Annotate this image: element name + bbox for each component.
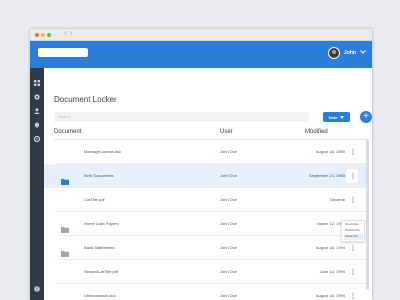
document-name[interactable]: Bank Statements (84, 245, 114, 250)
more-options-icon[interactable] (350, 197, 356, 205)
folder-icon (61, 244, 69, 257)
document-user: John Doe (220, 293, 238, 298)
user-name: John (344, 50, 356, 56)
add-document-button[interactable]: + (360, 111, 372, 123)
menu-item-delete-file[interactable]: Delete File (344, 234, 363, 240)
maximize-window-dot[interactable] (47, 33, 51, 37)
file-icon (61, 268, 69, 275)
document-modified-date: September 24, 1983 (308, 173, 345, 178)
document-user: John Doe (220, 245, 238, 250)
search-input[interactable]: Search (54, 112, 309, 122)
settings-icon[interactable] (34, 136, 40, 142)
document-modified-date: August 18, 1994 (315, 293, 345, 298)
folder-icon (61, 172, 69, 185)
row-context-menu: View Folder Rename File Delete File (341, 220, 365, 242)
more-options-icon[interactable] (350, 149, 356, 157)
document-modified-date: June 14, 1994 (319, 269, 345, 274)
file-icon (61, 148, 69, 155)
file-icon (61, 196, 69, 203)
sort-date-label: Date (328, 114, 338, 120)
document-name[interactable]: LifeInsurance.doc (84, 293, 116, 298)
app-header: John (30, 41, 372, 68)
table-row[interactable]: SecondCarTitle.pdf John Doe June 14, 1994 (44, 260, 368, 284)
page-title: Document Locker (54, 95, 117, 104)
browser-chrome: ‹ › (30, 29, 372, 41)
table-row[interactable]: MarriageLicense.doc John Doe August 18, 19… (44, 140, 368, 164)
more-options-icon[interactable] (350, 173, 356, 181)
document-name[interactable]: SecondCarTitle.pdf (84, 269, 118, 274)
file-icon (61, 292, 69, 299)
document-modified-date: August 18, 1990 (315, 149, 345, 154)
scrollbar[interactable] (366, 140, 370, 300)
main-content: Document Locker Search Date + Document U… (44, 68, 372, 300)
more-options-icon[interactable] (350, 245, 356, 253)
sidebar (30, 68, 44, 300)
table-row[interactable]: Birth Documents John Doe September 24, 198… (44, 164, 368, 188)
avatar[interactable] (328, 47, 341, 59)
person-icon[interactable] (34, 108, 40, 114)
column-header-document[interactable]: Document (54, 129, 81, 135)
search-placeholder: Search (58, 114, 71, 119)
app-logo[interactable] (38, 48, 88, 57)
more-options-icon[interactable] (350, 269, 356, 277)
document-name[interactable]: MarriageLicense.doc (84, 149, 121, 154)
scrollbar-thumb[interactable] (366, 140, 369, 290)
help-icon[interactable] (34, 286, 40, 292)
document-name[interactable]: Home Loan Papers (84, 221, 118, 226)
folder-icon (61, 220, 69, 233)
bell-icon[interactable] (34, 122, 40, 128)
document-name[interactable]: CarTitle.pdf (84, 197, 105, 202)
browser-nav-arrows[interactable]: ‹ › (64, 30, 74, 37)
table-row[interactable]: Bank Statements John Doe August 18, 1994 (44, 236, 368, 260)
gear-icon[interactable] (34, 94, 40, 100)
chevron-down-icon (340, 115, 345, 119)
table-row[interactable]: CarTitle.pdf John Doe Decemb (44, 188, 368, 212)
document-name[interactable]: Birth Documents (84, 173, 114, 178)
document-user: John Doe (220, 221, 238, 226)
document-user: John Doe (220, 197, 238, 202)
browser-window: ‹ › John Document Locker Search Date + D… (30, 29, 372, 300)
table-row[interactable]: LifeInsurance.doc John Doe August 18, 1994 (44, 284, 368, 300)
chevron-down-icon[interactable] (360, 50, 366, 56)
document-modified-date: Decemb (330, 197, 345, 202)
document-user: John Doe (220, 173, 238, 178)
document-user: John Doe (220, 269, 238, 274)
grid-icon[interactable] (34, 80, 40, 86)
column-header-user[interactable]: User (220, 129, 233, 135)
sort-date-button[interactable]: Date (323, 112, 350, 122)
user-menu[interactable]: John (328, 46, 366, 60)
document-user: John Doe (220, 149, 238, 154)
document-modified-date: August 18, 1994 (315, 245, 345, 250)
column-header-modified[interactable]: Modified (305, 129, 328, 135)
close-window-dot[interactable] (35, 33, 39, 37)
more-options-icon[interactable] (350, 293, 356, 300)
minimize-window-dot[interactable] (41, 33, 45, 37)
table-row[interactable]: Home Loan Papers John Doe March 12, 1996 (44, 212, 368, 236)
